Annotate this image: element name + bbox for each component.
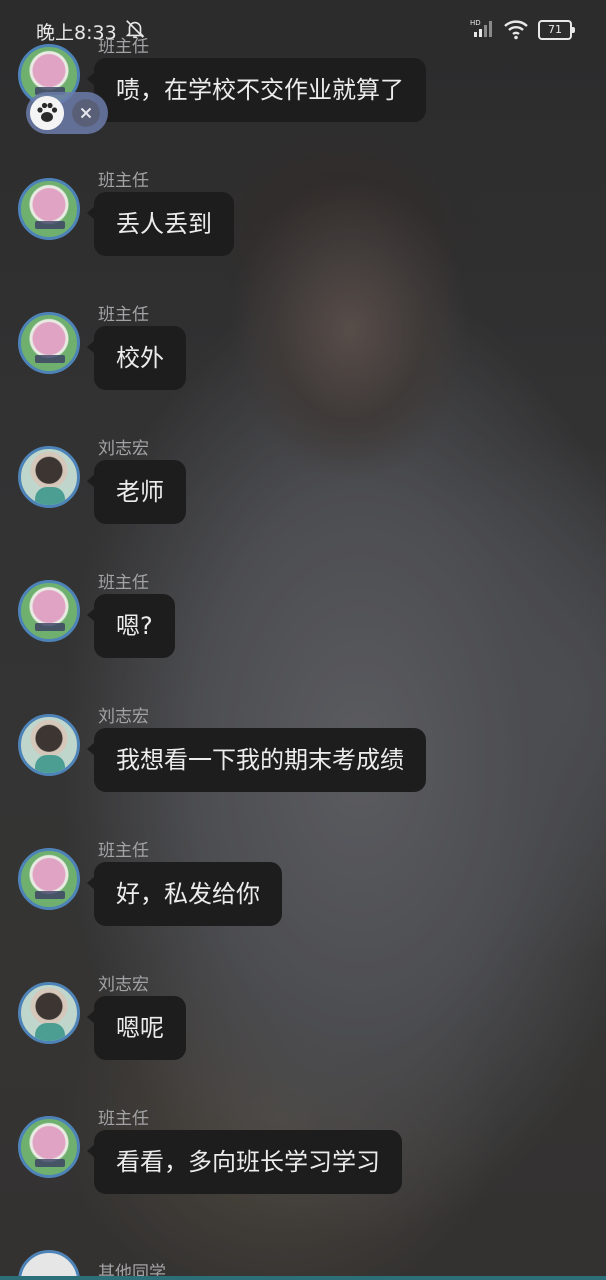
floating-assistant-widget[interactable]: [26, 92, 108, 134]
sender-name: 刘志宏: [98, 707, 149, 727]
message-bubble[interactable]: 啧，在学校不交作业就算了: [87, 58, 426, 122]
sender-name: 班主任: [98, 573, 149, 593]
message-bubble[interactable]: 我想看一下我的期末考成绩: [87, 728, 426, 792]
sender-name: 刘志宏: [98, 975, 149, 995]
sender-name: 班主任: [98, 1109, 149, 1129]
chat-message: 班主任 看看，多向班长学习学习: [0, 1109, 606, 1236]
message-bubble[interactable]: 老师: [87, 460, 186, 524]
avatar[interactable]: [18, 446, 80, 508]
avatar[interactable]: [18, 982, 80, 1044]
close-icon[interactable]: [72, 99, 100, 127]
sender-name: 班主任: [98, 171, 149, 191]
sender-name: 班主任: [98, 305, 149, 325]
message-bubble[interactable]: 看看，多向班长学习学习: [87, 1130, 402, 1194]
avatar[interactable]: [18, 1116, 80, 1178]
avatar[interactable]: [18, 848, 80, 910]
avatar[interactable]: [18, 714, 80, 776]
avatar[interactable]: [18, 580, 80, 642]
chat-message: 刘志宏 我想看一下我的期末考成绩: [0, 707, 606, 834]
sender-name: 班主任: [98, 37, 149, 57]
bottom-accent-line: [0, 1276, 606, 1280]
message-bubble[interactable]: 好，私发给你: [87, 862, 282, 926]
avatar[interactable]: [18, 312, 80, 374]
sender-name: 班主任: [98, 841, 149, 861]
battery-icon: 71: [538, 20, 575, 40]
chat-message: 班主任 丢人丢到: [0, 171, 606, 298]
sender-name: 刘志宏: [98, 439, 149, 459]
message-bubble[interactable]: 丢人丢到: [87, 192, 234, 256]
chat-message: 刘志宏 老师: [0, 439, 606, 566]
avatar[interactable]: [18, 178, 80, 240]
chat-message: 刘志宏 嗯呢: [0, 975, 606, 1102]
message-bubble[interactable]: 校外: [87, 326, 186, 390]
chat-message: 班主任 校外: [0, 305, 606, 432]
message-bubble[interactable]: 嗯?: [87, 594, 175, 658]
svg-text:HD: HD: [470, 19, 481, 27]
wifi-icon: [504, 20, 528, 40]
hd-signal-icon: HD: [470, 19, 492, 37]
paw-icon[interactable]: [30, 96, 64, 130]
battery-level: 71: [548, 23, 562, 36]
message-bubble[interactable]: 嗯呢: [87, 996, 186, 1060]
chat-message: 班主任 嗯?: [0, 573, 606, 700]
chat-message: 班主任 好，私发给你: [0, 841, 606, 968]
